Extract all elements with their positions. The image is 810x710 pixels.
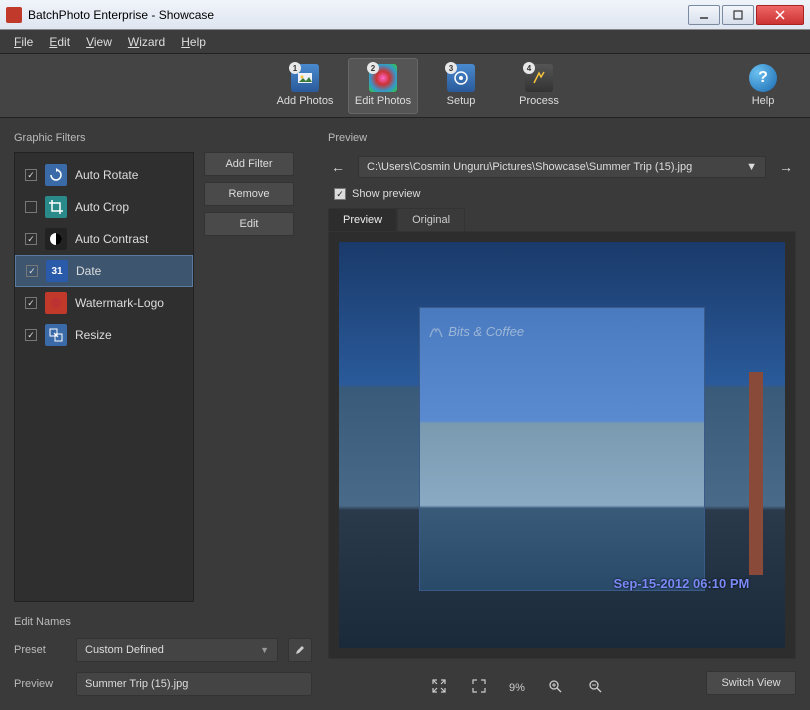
preview-name-field[interactable]: Summer Trip (15).jpg [76, 672, 312, 696]
prev-photo-button[interactable]: ← [328, 159, 348, 175]
menu-help[interactable]: Help [175, 33, 212, 51]
toolbar-add-photos[interactable]: 1 Add Photos [270, 58, 340, 114]
show-preview-label: Show preview [352, 188, 420, 200]
filter-label: Date [76, 264, 101, 278]
preset-select[interactable]: Custom Defined ▼ [76, 638, 278, 662]
filter-checkbox[interactable] [25, 329, 37, 341]
setup-icon [453, 70, 469, 86]
watermark-overlay: Bits & Coffee [428, 323, 524, 339]
contrast-icon [45, 228, 67, 250]
zoom-percent: 9% [509, 682, 525, 694]
app-icon [6, 7, 22, 23]
tab-preview[interactable]: Preview [328, 208, 397, 231]
filter-label: Resize [75, 328, 112, 342]
zoom-in-button[interactable] [545, 679, 565, 696]
date-icon: 31 [46, 260, 68, 282]
menu-edit[interactable]: Edit [43, 33, 76, 51]
crop-icon [45, 196, 67, 218]
filter-label: Auto Crop [75, 200, 129, 214]
process-icon [531, 70, 547, 86]
zoom-in-icon [548, 679, 562, 693]
watermark-logo-icon [428, 323, 444, 339]
rotate-icon [45, 164, 67, 186]
chevron-down-icon: ▼ [746, 161, 757, 173]
watermark-icon [45, 292, 67, 314]
toolbar: 1 Add Photos 2 Edit Photos 3 Setup 4 Pro… [0, 54, 810, 118]
menu-file[interactable]: File [8, 33, 39, 51]
window-title: BatchPhoto Enterprise - Showcase [28, 8, 688, 22]
preview-area: Bits & Coffee Sep-15-2012 06:10 PM [328, 231, 796, 659]
filter-item[interactable]: Auto Crop [15, 191, 193, 223]
date-stamp-overlay: Sep-15-2012 06:10 PM [613, 576, 749, 591]
filter-checkbox[interactable] [25, 297, 37, 309]
filter-label: Auto Contrast [75, 232, 148, 246]
preview-name-label: Preview [14, 678, 66, 690]
preview-panel-label: Preview [328, 132, 796, 144]
filter-checkbox[interactable] [25, 169, 37, 181]
menu-view[interactable]: View [80, 33, 118, 51]
pencil-icon [294, 644, 306, 656]
edit-filter-button[interactable]: Edit [204, 212, 294, 236]
next-photo-button[interactable]: → [776, 159, 796, 175]
tab-original[interactable]: Original [397, 208, 465, 231]
filter-checkbox[interactable] [25, 201, 37, 213]
toolbar-setup[interactable]: 3 Setup [426, 58, 496, 114]
show-preview-checkbox[interactable] [334, 188, 346, 200]
filter-item[interactable]: 31 Date [15, 255, 193, 287]
toolbar-help[interactable]: ? Help [728, 58, 798, 114]
filter-item[interactable]: Resize [15, 319, 193, 351]
resize-icon [45, 324, 67, 346]
photo-path-select[interactable]: C:\Users\Cosmin Unguru\Pictures\Showcase… [358, 156, 766, 178]
filter-label: Auto Rotate [75, 168, 138, 182]
graphic-filters-label: Graphic Filters [14, 132, 312, 144]
preset-label: Preset [14, 644, 66, 656]
actual-size-button[interactable] [469, 679, 489, 696]
fit-to-window-button[interactable] [429, 679, 449, 696]
zoom-out-button[interactable] [585, 679, 605, 696]
menu-wizard[interactable]: Wizard [122, 33, 171, 51]
zoom-out-icon [588, 679, 602, 693]
filter-checkbox[interactable] [25, 233, 37, 245]
filter-item[interactable]: Auto Contrast [15, 223, 193, 255]
preview-image: Bits & Coffee Sep-15-2012 06:10 PM [339, 242, 785, 648]
filter-label: Watermark-Logo [75, 296, 164, 310]
switch-view-button[interactable]: Switch View [706, 671, 796, 695]
edit-names-label: Edit Names [14, 616, 312, 628]
menubar: File Edit View Wizard Help [0, 30, 810, 54]
filter-checkbox[interactable] [26, 265, 38, 277]
close-button[interactable] [756, 5, 804, 25]
crop-box [419, 307, 704, 591]
toolbar-process[interactable]: 4 Process [504, 58, 574, 114]
remove-filter-button[interactable]: Remove [204, 182, 294, 206]
edit-preset-button[interactable] [288, 638, 312, 662]
maximize-button[interactable] [722, 5, 754, 25]
add-filter-button[interactable]: Add Filter [204, 152, 294, 176]
filter-item[interactable]: Auto Rotate [15, 159, 193, 191]
filter-item[interactable]: Watermark-Logo [15, 287, 193, 319]
filter-list: Auto Rotate Auto Crop Auto Contrast 31 Date W… [14, 152, 194, 602]
titlebar: BatchPhoto Enterprise - Showcase [0, 0, 810, 30]
chevron-down-icon: ▼ [260, 645, 269, 655]
minimize-button[interactable] [688, 5, 720, 25]
toolbar-edit-photos[interactable]: 2 Edit Photos [348, 58, 418, 114]
help-icon: ? [749, 64, 777, 92]
